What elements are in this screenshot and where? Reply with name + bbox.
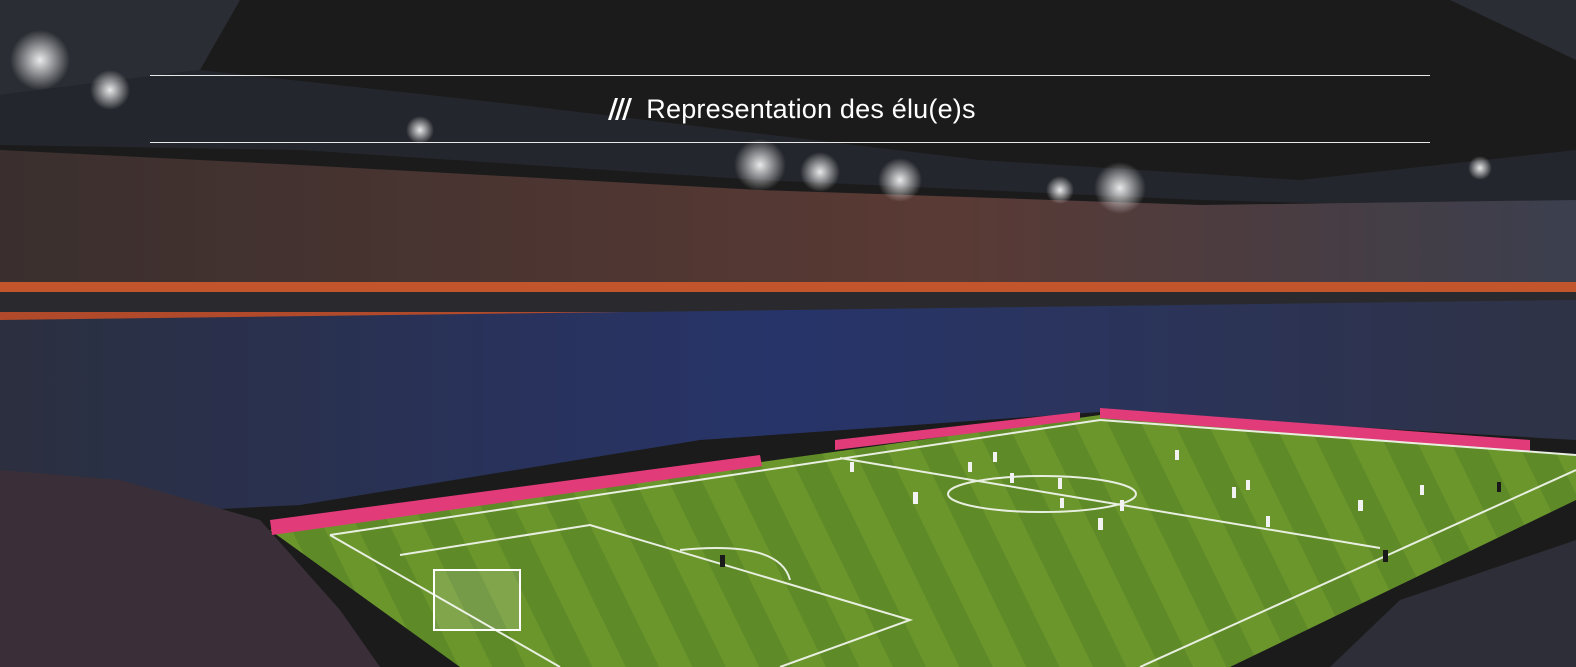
hero-banner: Representation des élu(e)s bbox=[0, 0, 1576, 667]
tier-band bbox=[0, 282, 1576, 292]
section-title: Representation des élu(e)s bbox=[604, 94, 975, 125]
section-title-bar: Representation des élu(e)s bbox=[150, 75, 1430, 143]
slash-stripes-icon bbox=[608, 98, 633, 120]
section-title-text: Representation des élu(e)s bbox=[646, 93, 976, 124]
goal bbox=[433, 569, 521, 631]
